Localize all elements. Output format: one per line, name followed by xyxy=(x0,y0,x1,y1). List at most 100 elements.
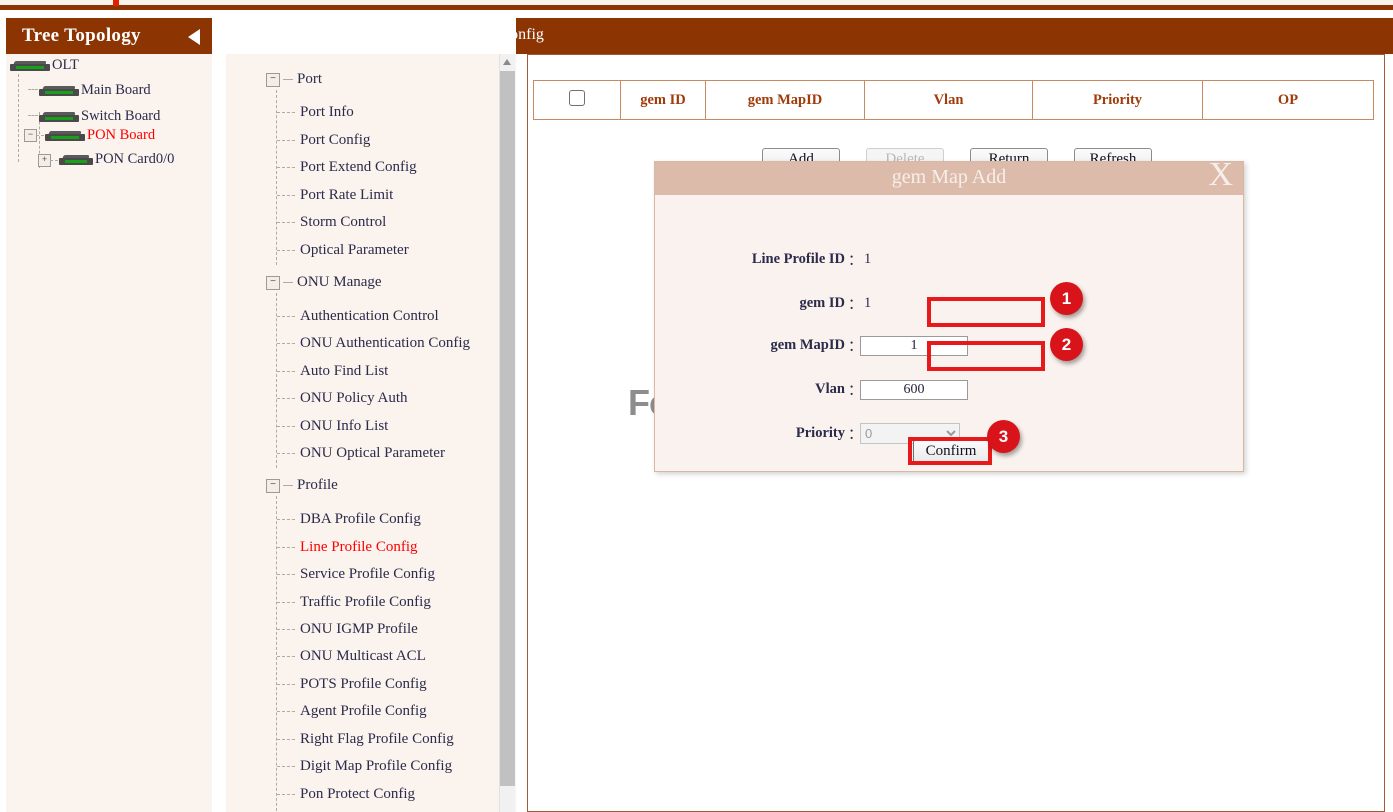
menu-item-label: ONU IGMP Profile xyxy=(300,621,418,638)
menu-scrollbar[interactable] xyxy=(499,54,515,812)
menu-connector xyxy=(277,343,295,345)
tree-node-label: PON Board xyxy=(87,127,155,144)
device-icon xyxy=(45,129,85,141)
menu-group-onu-manage[interactable]: − ONU Manage xyxy=(266,274,382,291)
menu-item-label: Port Config xyxy=(300,132,370,149)
menu-item-label: Traffic Profile Config xyxy=(300,594,431,611)
gem-id-label: gem ID xyxy=(655,295,848,312)
menu-item-label: Digit Map Profile Config xyxy=(300,758,452,775)
close-icon[interactable]: X xyxy=(1208,158,1233,192)
menu-item-auto-find-list[interactable]: Auto Find List xyxy=(277,363,388,380)
menu-item-onu-multicast-acl[interactable]: ONU Multicast ACL xyxy=(277,648,426,665)
triangle-left-icon[interactable] xyxy=(188,29,200,45)
field-row-vlan: Vlan ： xyxy=(655,379,968,400)
menu-item-pots-profile-config[interactable]: POTS Profile Config xyxy=(277,676,427,693)
menu-expander-icon[interactable]: − xyxy=(266,276,280,290)
menu-connector xyxy=(283,485,293,486)
menu-item-port-extend-config[interactable]: Port Extend Config xyxy=(277,159,417,176)
menu-item-right-flag-profile-config[interactable]: Right Flag Profile Config xyxy=(277,731,454,748)
menu-connector xyxy=(283,282,293,283)
annotation-badge-3: 3 xyxy=(987,420,1020,453)
menu-item-pon-protect-config[interactable]: Pon Protect Config xyxy=(277,786,415,803)
top-accent-bar xyxy=(0,5,1393,10)
menu-connector xyxy=(277,739,295,741)
tree-node-switch-board[interactable]: Switch Board xyxy=(39,107,160,125)
field-row-gem-mapid: gem MapID ： xyxy=(655,335,968,356)
vlan-input[interactable] xyxy=(860,380,968,400)
tree-topology-title: Tree Topology xyxy=(22,25,141,47)
dialog-titlebar: gem Map Add X xyxy=(655,162,1243,195)
tree-node-pon-card[interactable]: PON Card0/0 xyxy=(59,150,174,168)
menu-expander-icon[interactable]: − xyxy=(266,73,280,87)
menu-item-label: DBA Profile Config xyxy=(300,511,421,528)
menu-connector xyxy=(277,167,295,169)
menu-connector xyxy=(277,316,295,318)
menu-item-onu-igmp-profile[interactable]: ONU IGMP Profile xyxy=(277,621,418,638)
gem-mapid-label: gem MapID xyxy=(655,337,848,354)
tree-node-olt[interactable]: OLT xyxy=(10,56,79,74)
select-all-checkbox[interactable] xyxy=(569,90,585,106)
menu-connector xyxy=(277,711,295,713)
label-colon: ： xyxy=(848,379,860,400)
tree-node-main-board[interactable]: Main Board xyxy=(39,81,151,99)
menu-scrollbar-thumb[interactable] xyxy=(500,71,515,786)
menu-item-dba-profile-config[interactable]: DBA Profile Config xyxy=(277,511,421,528)
menu-connector xyxy=(277,656,295,658)
menu-item-onu-authentication-config[interactable]: ONU Authentication Config xyxy=(277,335,470,352)
menu-item-label: POTS Profile Config xyxy=(300,676,427,693)
menu-item-line-profile-config[interactable]: Line Profile Config xyxy=(277,539,417,556)
device-icon xyxy=(39,110,79,122)
menu-item-authentication-control[interactable]: Authentication Control xyxy=(277,308,439,325)
menu-item-port-config[interactable]: Port Config xyxy=(277,132,370,149)
menu-item-label: Pon Protect Config xyxy=(300,786,415,803)
menu-item-onu-policy-auth[interactable]: ONU Policy Auth xyxy=(277,390,408,407)
menu-connector xyxy=(277,250,295,252)
scroll-up-arrow-icon[interactable] xyxy=(500,54,515,70)
tree-node-pon-board[interactable]: PON Board xyxy=(45,126,155,144)
device-icon xyxy=(39,84,79,96)
menu-item-label: Right Flag Profile Config xyxy=(300,731,454,748)
menu-item-label: ONU Policy Auth xyxy=(300,390,408,407)
menu-item-onu-info-list[interactable]: ONU Info List xyxy=(277,418,388,435)
menu-item-agent-profile-config[interactable]: Agent Profile Config xyxy=(277,703,427,720)
menu-connector xyxy=(277,195,295,197)
menu-connector xyxy=(277,140,295,142)
table-header-priority: Priority xyxy=(1033,81,1203,120)
menu-item-label: Auto Find List xyxy=(300,363,388,380)
menu-expander-icon[interactable]: − xyxy=(266,479,280,493)
menu-connector xyxy=(277,112,295,114)
menu-group-profile[interactable]: − Profile xyxy=(266,477,338,494)
annotation-badge-2: 2 xyxy=(1050,328,1083,361)
menu-connector xyxy=(277,371,295,373)
menu-group-label: ONU Manage xyxy=(297,274,382,291)
tree-connector xyxy=(36,135,44,136)
menu-connector xyxy=(277,684,295,686)
menu-item-service-profile-config[interactable]: Service Profile Config xyxy=(277,566,435,583)
menu-item-port-rate-limit[interactable]: Port Rate Limit xyxy=(277,187,393,204)
menu-item-label: Agent Profile Config xyxy=(300,703,427,720)
menu-group-port[interactable]: − Port xyxy=(266,71,322,88)
menu-item-label: Line Profile Config xyxy=(300,539,417,556)
menu-item-port-info[interactable]: Port Info xyxy=(277,104,354,121)
menu-group-label: Port xyxy=(297,71,322,88)
menu-item-digit-map-profile-config[interactable]: Digit Map Profile Config xyxy=(277,758,452,775)
menu-item-onu-optical-parameter[interactable]: ONU Optical Parameter xyxy=(277,445,445,462)
menu-connector xyxy=(277,794,295,796)
confirm-button[interactable]: Confirm xyxy=(913,440,989,464)
menu-item-storm-control[interactable]: Storm Control xyxy=(277,214,386,231)
tree-topology-panel: Tree Topology OLT Main Board Swit xyxy=(6,18,212,812)
navigation-menu-panel: − Port Port Info Port Config Port Extend… xyxy=(226,18,516,812)
gem-mapid-input[interactable] xyxy=(860,336,968,356)
gem-id-value: 1 xyxy=(860,295,871,312)
dialog-title: gem Map Add xyxy=(655,166,1243,189)
menu-item-optical-parameter[interactable]: Optical Parameter xyxy=(277,242,409,259)
tree-connector xyxy=(50,160,58,161)
gem-map-table: gem ID gem MapID Vlan Priority OP xyxy=(533,80,1374,120)
menu-item-traffic-profile-config[interactable]: Traffic Profile Config xyxy=(277,594,431,611)
menu-connector xyxy=(277,453,295,455)
menu-connector xyxy=(277,426,295,428)
tree-node-label: PON Card0/0 xyxy=(95,151,174,168)
gem-map-add-dialog: gem Map Add X Line Profile ID ： 1 gem ID… xyxy=(654,161,1244,472)
line-profile-id-value: 1 xyxy=(860,251,871,268)
menu-item-label: ONU Optical Parameter xyxy=(300,445,445,462)
